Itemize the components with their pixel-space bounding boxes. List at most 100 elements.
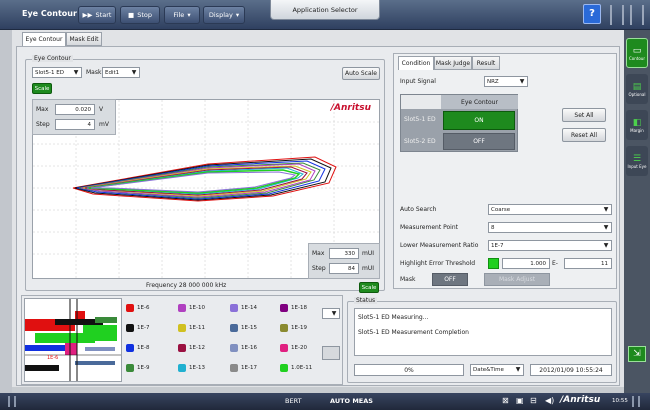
legend-label: 1E-7 — [137, 325, 150, 331]
legend-item: 1E-16 — [230, 344, 257, 352]
legend-swatch — [126, 344, 134, 352]
y-step-unit: mV — [99, 121, 109, 128]
slot1-toggle[interactable]: ON — [443, 111, 515, 130]
auto-search-select[interactable]: Coarse ▼ — [488, 204, 612, 215]
legend-swatch — [178, 304, 186, 312]
tab-condition[interactable]: Condition — [398, 56, 434, 70]
y-step-input[interactable]: 4 — [55, 119, 95, 130]
legend-swatch — [280, 344, 288, 352]
legend-item: 1E-19 — [280, 324, 307, 332]
ber-map-marker: 1E-6 — [47, 355, 59, 361]
set-all-button[interactable]: Set All — [562, 108, 606, 122]
x-step-input[interactable]: 84 — [329, 263, 359, 274]
panel-handle-icon[interactable] — [632, 396, 640, 407]
auto-scale-button[interactable]: Auto Scale — [342, 67, 380, 80]
sidebar-item-optional[interactable]: ▤ Optional — [626, 74, 648, 104]
legend-item: 1E-20 — [280, 344, 307, 352]
y-max-label: Max — [36, 106, 49, 113]
stop-button[interactable]: ■ Stop — [120, 6, 160, 24]
slot2-toggle[interactable]: OFF — [443, 133, 515, 150]
scale-button[interactable]: Scale — [32, 83, 52, 94]
highlight-threshold-label: Highlight Error Threshold — [400, 260, 476, 267]
sidebar-item-input-eye[interactable]: ☰ Input Eye — [626, 146, 648, 176]
tab-content: Eye Contour Slot5-1 ED ▼ Mask Edit1 ▼ Auto… — [16, 46, 620, 386]
exit-icon[interactable]: ⇲ — [628, 346, 646, 362]
highlight-color-swatch[interactable] — [488, 258, 499, 269]
panel-handle-icon[interactable] — [610, 5, 624, 25]
y-max-input[interactable]: 0.020 — [55, 104, 95, 115]
datetime-select[interactable]: Date&Time ▼ — [470, 364, 524, 376]
chevron-down-icon: ▼ — [519, 78, 525, 85]
scale-button-2[interactable]: Scale — [359, 282, 379, 293]
ber-map-thumbnail: 1E-6 — [24, 298, 122, 382]
legend-label: 1E-14 — [241, 305, 257, 311]
network-icon[interactable]: ⊟ — [530, 396, 537, 405]
stop-icon: ■ — [128, 11, 135, 19]
auto-meas-label: AUTO MEAS — [330, 397, 373, 405]
mask-toggle[interactable]: OFF — [432, 273, 468, 286]
legend-swatch — [280, 304, 288, 312]
bottom-bar: BERT AUTO MEAS ⊠ ▣ ⊟ ◀) /Anritsu 10:55 — [0, 393, 650, 410]
ber-map-scroll[interactable] — [322, 346, 340, 360]
lower-ratio-select[interactable]: 1E-7 ▼ — [488, 240, 612, 251]
legend-swatch — [230, 344, 238, 352]
legend-label: 1E-19 — [291, 325, 307, 331]
slot2-label: Slot5-2 ED — [404, 138, 436, 145]
window-icon[interactable]: ▣ — [516, 396, 524, 405]
margin-icon: ◧ — [632, 117, 642, 128]
eye-contours — [72, 156, 337, 202]
legend-swatch — [178, 364, 186, 372]
slot-select[interactable]: Slot5-1 ED ▼ — [32, 67, 82, 78]
tab-mask-judge[interactable]: Mask Judge — [434, 56, 472, 70]
chevron-down-icon: ▼ — [515, 366, 521, 373]
legend-swatch — [126, 364, 134, 372]
status-group: Status Slot5-1 ED Measuring... Slot5-1 E… — [347, 297, 617, 383]
x-scale-box: Max 330 mUI Step 84 mUI — [308, 243, 380, 279]
close-icon[interactable]: ⊠ — [502, 396, 509, 405]
tab-mask-edit[interactable]: Mask Edit — [66, 32, 102, 46]
measurement-point-select[interactable]: 8 ▼ — [488, 222, 612, 233]
chevron-down-icon: ▼ — [603, 242, 609, 249]
mask-adjust-button[interactable]: Mask Adjust — [484, 273, 550, 286]
legend-label: 1E-17 — [241, 365, 257, 371]
tab-eye-contour[interactable]: Eye Contour — [22, 32, 66, 46]
application-selector[interactable]: Application Selector — [270, 0, 380, 20]
input-signal-select[interactable]: NRZ ▼ — [484, 76, 528, 87]
legend-swatch — [230, 364, 238, 372]
legend-swatch — [230, 304, 238, 312]
anritsu-logo: /Anritsu — [560, 395, 601, 405]
legend-swatch — [126, 304, 134, 312]
left-strip — [0, 30, 12, 393]
eye-contour-group-title: Eye Contour — [32, 55, 73, 62]
status-title: Status — [354, 297, 378, 304]
sidebar-item-contour[interactable]: ▭ Contour — [626, 38, 648, 68]
bert-label: BERT — [285, 397, 302, 405]
frequency-label: Frequency 28 000 000 kHz — [146, 282, 227, 289]
legend-label: 1E-8 — [137, 345, 150, 351]
sidebar-item-margin[interactable]: ◧ Margin — [626, 110, 648, 140]
legend-item: 1E-7 — [126, 324, 149, 332]
help-icon[interactable]: ? — [583, 4, 601, 24]
legend-swatch — [126, 324, 134, 332]
datetime-value: 2012/01/09 10:55:24 — [530, 364, 612, 376]
legend-label: 1E-15 — [241, 325, 257, 331]
y-max-unit: V — [99, 106, 104, 113]
chevron-down-icon: ▼ — [73, 69, 79, 76]
panel-handle-icon[interactable] — [8, 396, 16, 407]
speaker-icon[interactable]: ◀) — [545, 396, 554, 405]
measurement-point-label: Measurement Point — [400, 224, 458, 231]
panel-handle-icon[interactable] — [630, 5, 644, 25]
highlight-exp-input[interactable]: 11 — [564, 258, 612, 269]
x-max-input[interactable]: 330 — [329, 248, 359, 259]
tab-result[interactable]: Result — [472, 56, 500, 70]
reset-all-button[interactable]: Reset All — [562, 128, 606, 142]
main-panel: Eye Contour Mask Edit Eye Contour Slot5-… — [12, 30, 624, 387]
start-button[interactable]: ▶▶ Start — [78, 6, 116, 24]
highlight-mantissa-input[interactable]: 1.000 — [502, 258, 550, 269]
display-menu[interactable]: Display ▾ — [203, 6, 245, 24]
file-menu[interactable]: File ▾ — [164, 6, 200, 24]
legend-item: 1E-15 — [230, 324, 257, 332]
ber-map-select[interactable]: ▼ — [322, 308, 340, 319]
legend-swatch — [178, 324, 186, 332]
mask-select[interactable]: Edit1 ▼ — [102, 67, 140, 78]
